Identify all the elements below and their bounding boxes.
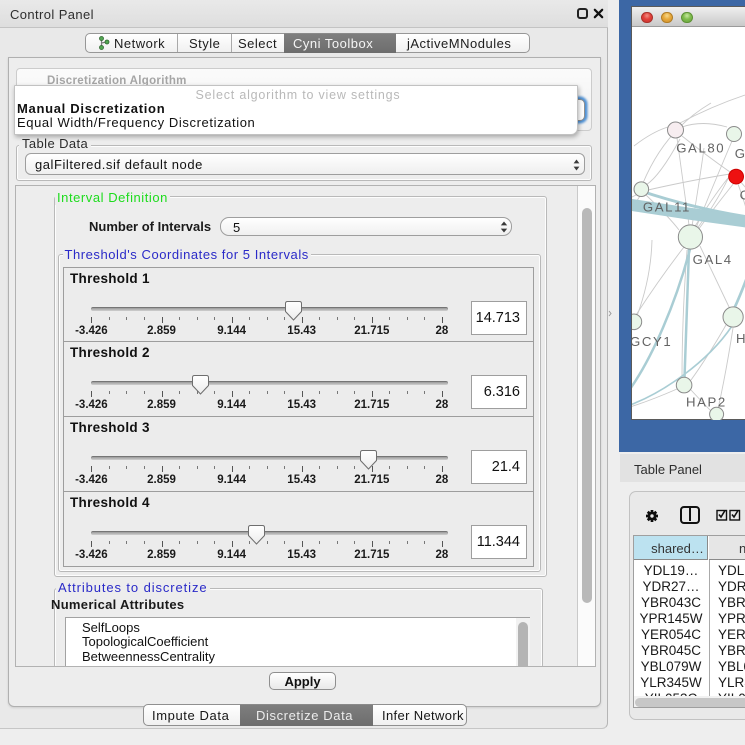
svg-text:GAL80: GAL80: [676, 141, 725, 156]
svg-text:GAL11: GAL11: [643, 200, 691, 215]
svg-text:C: C: [740, 187, 745, 202]
svg-text:GCY1: GCY1: [632, 334, 672, 349]
svg-text:GAL4: GAL4: [693, 252, 733, 267]
svg-text:GA: GA: [735, 146, 745, 161]
svg-text:HAP2: HAP2: [686, 395, 727, 410]
svg-text:H: H: [736, 331, 745, 346]
